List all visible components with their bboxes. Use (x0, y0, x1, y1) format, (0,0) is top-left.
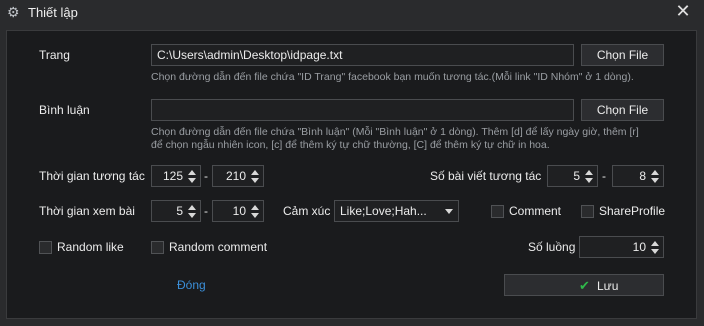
comment-hint-line2: để chọn ngẫu nhiên icon, [c] để thêm ký … (151, 139, 550, 151)
share-profile-checkbox-label: ShareProfile (599, 204, 666, 218)
view-time-label: Thời gian xem bài (39, 204, 135, 218)
window-title: Thiết lập (28, 5, 78, 20)
view-time-to-spinner[interactable]: 10 (212, 200, 264, 222)
posts-interact-separator: - (602, 169, 606, 183)
save-button-label: Lưu (597, 279, 619, 293)
random-like-checkbox[interactable] (39, 241, 52, 254)
title-bar: ⚙ Thiết lập ✕ (0, 0, 704, 24)
chevron-down-icon (445, 209, 453, 214)
gear-icon: ⚙ (7, 4, 20, 20)
posts-interact-from-value: 5 (573, 169, 580, 183)
page-hint: Chọn đường dẫn đến file chứa "ID Trang" … (151, 71, 634, 83)
settings-panel: Trang C:\Users\admin\Desktop\idpage.txt … (6, 30, 697, 319)
page-choose-file-button[interactable]: Chọn File (581, 44, 664, 66)
interaction-time-from-value: 125 (162, 169, 183, 183)
close-link[interactable]: Đóng (177, 278, 206, 292)
interaction-time-to-spinner[interactable]: 210 (212, 165, 264, 187)
threads-label: Số luồng (528, 240, 576, 254)
spinner-arrows-icon[interactable] (649, 238, 661, 256)
posts-interact-label: Số bài viết tương tác (430, 169, 542, 183)
emotion-select[interactable]: Like;Love;Hah... (334, 200, 459, 222)
threads-spinner[interactable]: 10 (579, 236, 664, 258)
random-comment-checkbox[interactable] (151, 241, 164, 254)
spinner-arrows-icon[interactable] (186, 167, 198, 185)
posts-interact-to-spinner[interactable]: 8 (612, 165, 664, 187)
spinner-arrows-icon[interactable] (249, 167, 261, 185)
random-comment-label: Random comment (169, 240, 268, 254)
random-like-label: Random like (57, 240, 124, 254)
close-icon[interactable]: ✕ (672, 1, 694, 21)
comment-hint-line1: Chọn đường dẫn đến file chứa "Bình luận"… (151, 126, 639, 138)
comment-file-input[interactable] (151, 99, 574, 121)
spinner-arrows-icon[interactable] (649, 167, 661, 185)
view-time-from-spinner[interactable]: 5 (151, 200, 201, 222)
interaction-time-from-spinner[interactable]: 125 (151, 165, 201, 187)
emotion-label: Cảm xúc (283, 204, 331, 218)
interaction-time-to-value: 210 (225, 169, 246, 183)
interaction-time-separator: - (204, 169, 208, 183)
comment-label: Bình luận (39, 103, 90, 117)
page-file-input[interactable]: C:\Users\admin\Desktop\idpage.txt (151, 44, 574, 66)
view-time-to-value: 10 (232, 204, 246, 218)
view-time-from-value: 5 (176, 204, 183, 218)
posts-interact-from-spinner[interactable]: 5 (547, 165, 598, 187)
page-label: Trang (39, 48, 70, 62)
spinner-arrows-icon[interactable] (186, 202, 198, 220)
interaction-time-label: Thời gian tương tác (39, 169, 145, 183)
view-time-separator: - (204, 204, 208, 218)
spinner-arrows-icon[interactable] (583, 167, 595, 185)
save-button[interactable]: ✔ Lưu (504, 274, 664, 296)
spinner-arrows-icon[interactable] (249, 202, 261, 220)
comment-checkbox-label: Comment (509, 204, 562, 218)
posts-interact-to-value: 8 (639, 169, 646, 183)
emotion-selected-value: Like;Love;Hah... (340, 204, 427, 218)
share-profile-checkbox[interactable] (581, 205, 594, 218)
comment-checkbox[interactable] (491, 205, 504, 218)
checkmark-icon: ✔ (579, 278, 590, 293)
threads-value: 10 (632, 240, 646, 254)
comment-choose-file-button[interactable]: Chọn File (581, 99, 664, 121)
